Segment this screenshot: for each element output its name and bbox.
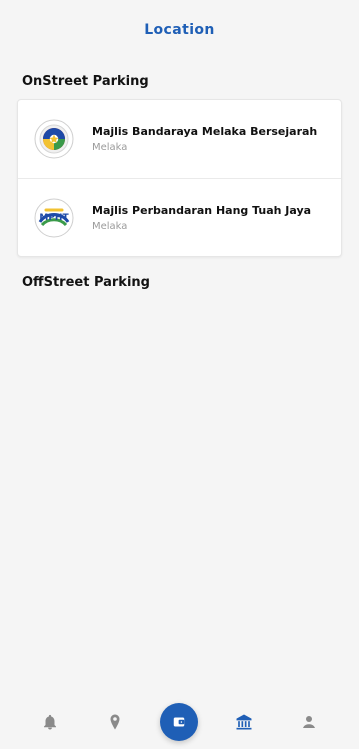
user-icon — [302, 716, 315, 728]
mpht-logo: MPHT — [32, 196, 76, 240]
mbmb-emblem-icon — [34, 119, 74, 159]
mpht-logo-text: MPHT — [39, 213, 69, 223]
mbmb-logo — [32, 117, 76, 161]
nav-locations[interactable] — [96, 703, 134, 741]
bank-icon — [236, 714, 252, 730]
location-city: Melaka — [92, 220, 128, 232]
wallet-icon — [174, 717, 185, 727]
nav-wallet[interactable] — [160, 703, 199, 741]
nav-notifications[interactable] — [31, 703, 69, 741]
location-name: Majlis Bandaraya Melaka Bersejarah — [92, 125, 318, 138]
top-app-bar: Location — [0, 0, 359, 60]
app-screen: Location OnStreet Parking Majlis Bandara… — [0, 0, 359, 749]
item-texts: Majlis Perbandaran Hang Tuah Jaya Melaka — [92, 204, 311, 232]
section-title-onstreet: OnStreet Parking — [22, 74, 149, 89]
location-city: Melaka — [92, 142, 128, 153]
wallet-fab[interactable] — [160, 703, 199, 741]
nav-institution[interactable] — [225, 703, 263, 741]
item-texts: Majlis Bandaraya Melaka Bersejarah Melak… — [92, 125, 317, 153]
nav-profile[interactable] — [290, 703, 328, 741]
bottom-navigation — [0, 695, 359, 749]
mpht-emblem-icon: MPHT — [34, 198, 74, 237]
onstreet-list: Majlis Bandaraya Melaka Bersejarah Melak… — [17, 99, 342, 257]
bell-icon — [44, 714, 57, 730]
page-title: Location — [144, 22, 215, 38]
list-item-mbmb[interactable]: Majlis Bandaraya Melaka Bersejarah Melak… — [18, 100, 341, 178]
list-item-mpht[interactable]: MPHT Majlis Perbandaran Hang Tuah Jaya M… — [18, 178, 341, 256]
location-pin-icon — [110, 714, 120, 730]
location-name: Majlis Perbandaran Hang Tuah Jaya — [92, 203, 312, 217]
section-title-offstreet: OffStreet Parking — [22, 275, 150, 290]
